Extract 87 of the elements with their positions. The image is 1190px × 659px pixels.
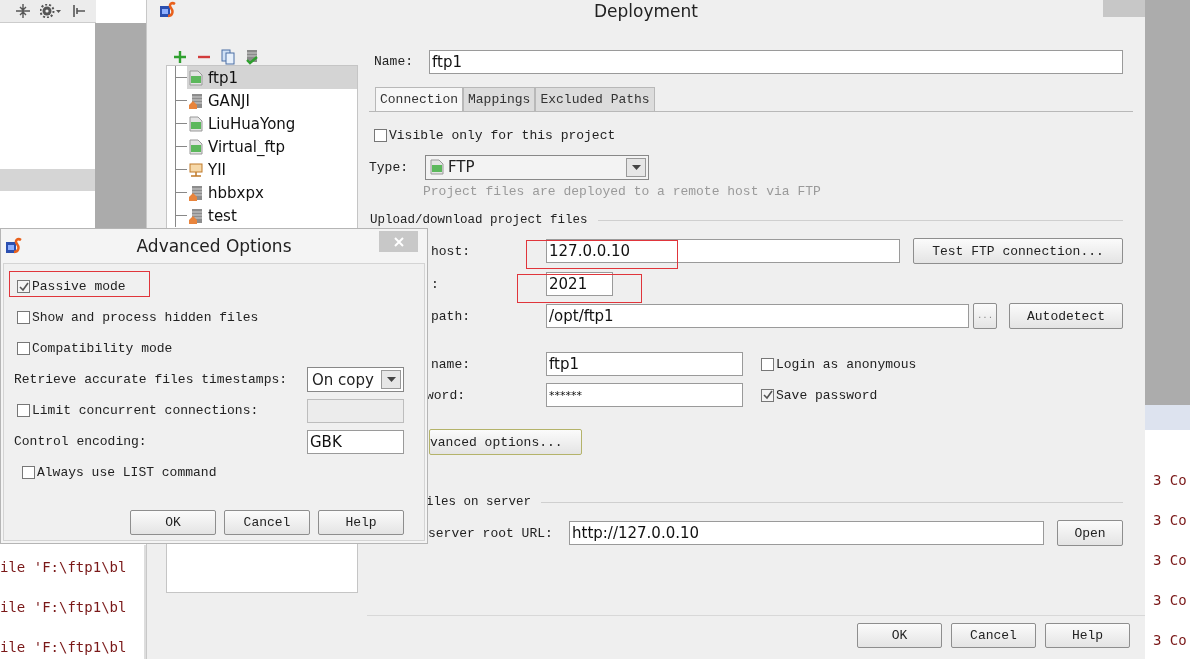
advanced-options-button[interactable]: vanced options... — [429, 429, 582, 455]
checkbox[interactable] — [17, 280, 30, 293]
checkbox[interactable] — [17, 311, 30, 324]
server-item[interactable]: YII — [187, 158, 357, 181]
console-line: 3 Co — [1153, 591, 1188, 609]
server-check-icon[interactable] — [245, 48, 259, 65]
server-icon — [189, 92, 203, 109]
plus-icon[interactable] — [173, 49, 187, 64]
dialog-button[interactable]: Help — [318, 510, 404, 535]
field-label: Name: — [373, 54, 414, 69]
checkbox-label: Compatibility mode — [32, 341, 173, 356]
open-button[interactable]: Open — [1057, 520, 1123, 546]
console-line: ile 'F:\ftp1\bl — [0, 558, 128, 576]
dialog-button[interactable]: Cancel — [224, 510, 310, 535]
console-line: ile 'F:\ftp1\bl — [0, 638, 128, 656]
user-name-field[interactable]: ftp1 — [546, 352, 743, 376]
field-label: path: — [430, 308, 471, 324]
dialog-button[interactable]: Help — [1045, 623, 1130, 648]
section-title: iles on server — [425, 495, 532, 509]
checkbox-label: Visible only for this project — [389, 127, 616, 143]
caret-icon — [386, 377, 396, 382]
tab[interactable]: Excluded Paths — [535, 87, 655, 111]
server-item[interactable]: test — [187, 204, 357, 227]
ftp-file-icon — [430, 159, 444, 175]
settings-icon[interactable] — [40, 4, 62, 18]
header-bar — [1145, 405, 1190, 430]
section-title: Upload/download project files — [369, 213, 588, 227]
encoding-field[interactable]: GBK — [307, 429, 404, 454]
checkbox[interactable] — [761, 388, 774, 402]
checkbox-label: Save password — [776, 387, 878, 403]
server-item[interactable]: Virtual_ftp — [187, 135, 357, 158]
server-icon — [189, 207, 203, 224]
server-icon — [189, 184, 203, 201]
tab[interactable]: Mappings — [463, 87, 536, 111]
server-item[interactable]: hbbxpx — [187, 181, 357, 204]
app-icon — [5, 237, 23, 255]
tab[interactable]: Connection — [375, 87, 463, 111]
app-icon — [159, 1, 177, 19]
ftp-file-icon — [189, 138, 203, 155]
checkbox-label: Limit concurrent connections: — [32, 403, 259, 418]
checkbox[interactable] — [374, 128, 387, 142]
checkbox-label: Login as anonymous — [776, 356, 917, 372]
port-field[interactable]: 2021 — [546, 272, 613, 296]
field-label: Type: — [369, 159, 409, 175]
window-title: Deployment — [594, 1, 698, 21]
root-path-field[interactable]: /opt/ftp1 — [546, 304, 969, 328]
field-label: : — [430, 276, 440, 292]
server-item[interactable]: LiuHuaYong — [187, 112, 357, 135]
field-label: Control encoding: — [14, 434, 147, 449]
password-field[interactable]: ****** — [546, 383, 743, 407]
dialog-button[interactable]: OK — [130, 510, 216, 535]
checkbox[interactable] — [761, 357, 774, 371]
hint-text: Project files are deployed to a remote host via FTP — [423, 183, 821, 199]
host-field[interactable]: 127.0.0.10 — [546, 239, 900, 263]
checkbox[interactable] — [22, 466, 35, 479]
close-icon — [393, 236, 404, 247]
server-item[interactable]: ftp1 — [187, 66, 357, 89]
field-label: Retrieve accurate files timestamps: — [14, 372, 288, 387]
checkbox[interactable] — [17, 342, 30, 355]
console-line: 3 Co — [1153, 511, 1188, 529]
ftp-file-icon — [189, 115, 203, 132]
console-line: 3 Co — [1153, 471, 1188, 489]
test-connection-button[interactable]: Test FTP connection... — [913, 238, 1123, 264]
field-label: server root URL: — [427, 525, 554, 541]
type-dropdown[interactable]: FTP — [425, 154, 649, 180]
copy-icon[interactable] — [221, 48, 235, 65]
name-field[interactable]: ftp1 — [429, 49, 1123, 74]
network-computer-icon — [189, 161, 203, 178]
autodetect-button[interactable]: Autodetect — [1009, 303, 1123, 329]
console-line: ile 'F:\ftp1\bl — [0, 598, 128, 616]
server-item[interactable]: GANJI — [187, 89, 357, 112]
caret-icon — [631, 164, 641, 170]
timestamps-dropdown[interactable]: On copy — [307, 367, 404, 392]
checkbox-label: Show and process hidden files — [32, 310, 259, 325]
collapse-icon[interactable] — [16, 4, 30, 18]
dialog-button[interactable]: OK — [857, 623, 942, 648]
console-line: 3 Co — [1153, 631, 1188, 649]
dialog-button[interactable]: Cancel — [951, 623, 1036, 648]
field-label: name: — [430, 356, 471, 372]
url-field[interactable]: http://127.0.0.10 — [569, 521, 1044, 545]
checkbox-label: Passive mode — [32, 279, 126, 294]
field-label: host: — [430, 243, 471, 259]
console-line: 3 Co — [1153, 551, 1188, 569]
dialog-title: Advanced Options — [136, 236, 292, 256]
pin-icon[interactable] — [72, 4, 86, 18]
checkbox-label: Always use LIST command — [37, 465, 217, 480]
ftp-file-icon — [189, 69, 203, 86]
